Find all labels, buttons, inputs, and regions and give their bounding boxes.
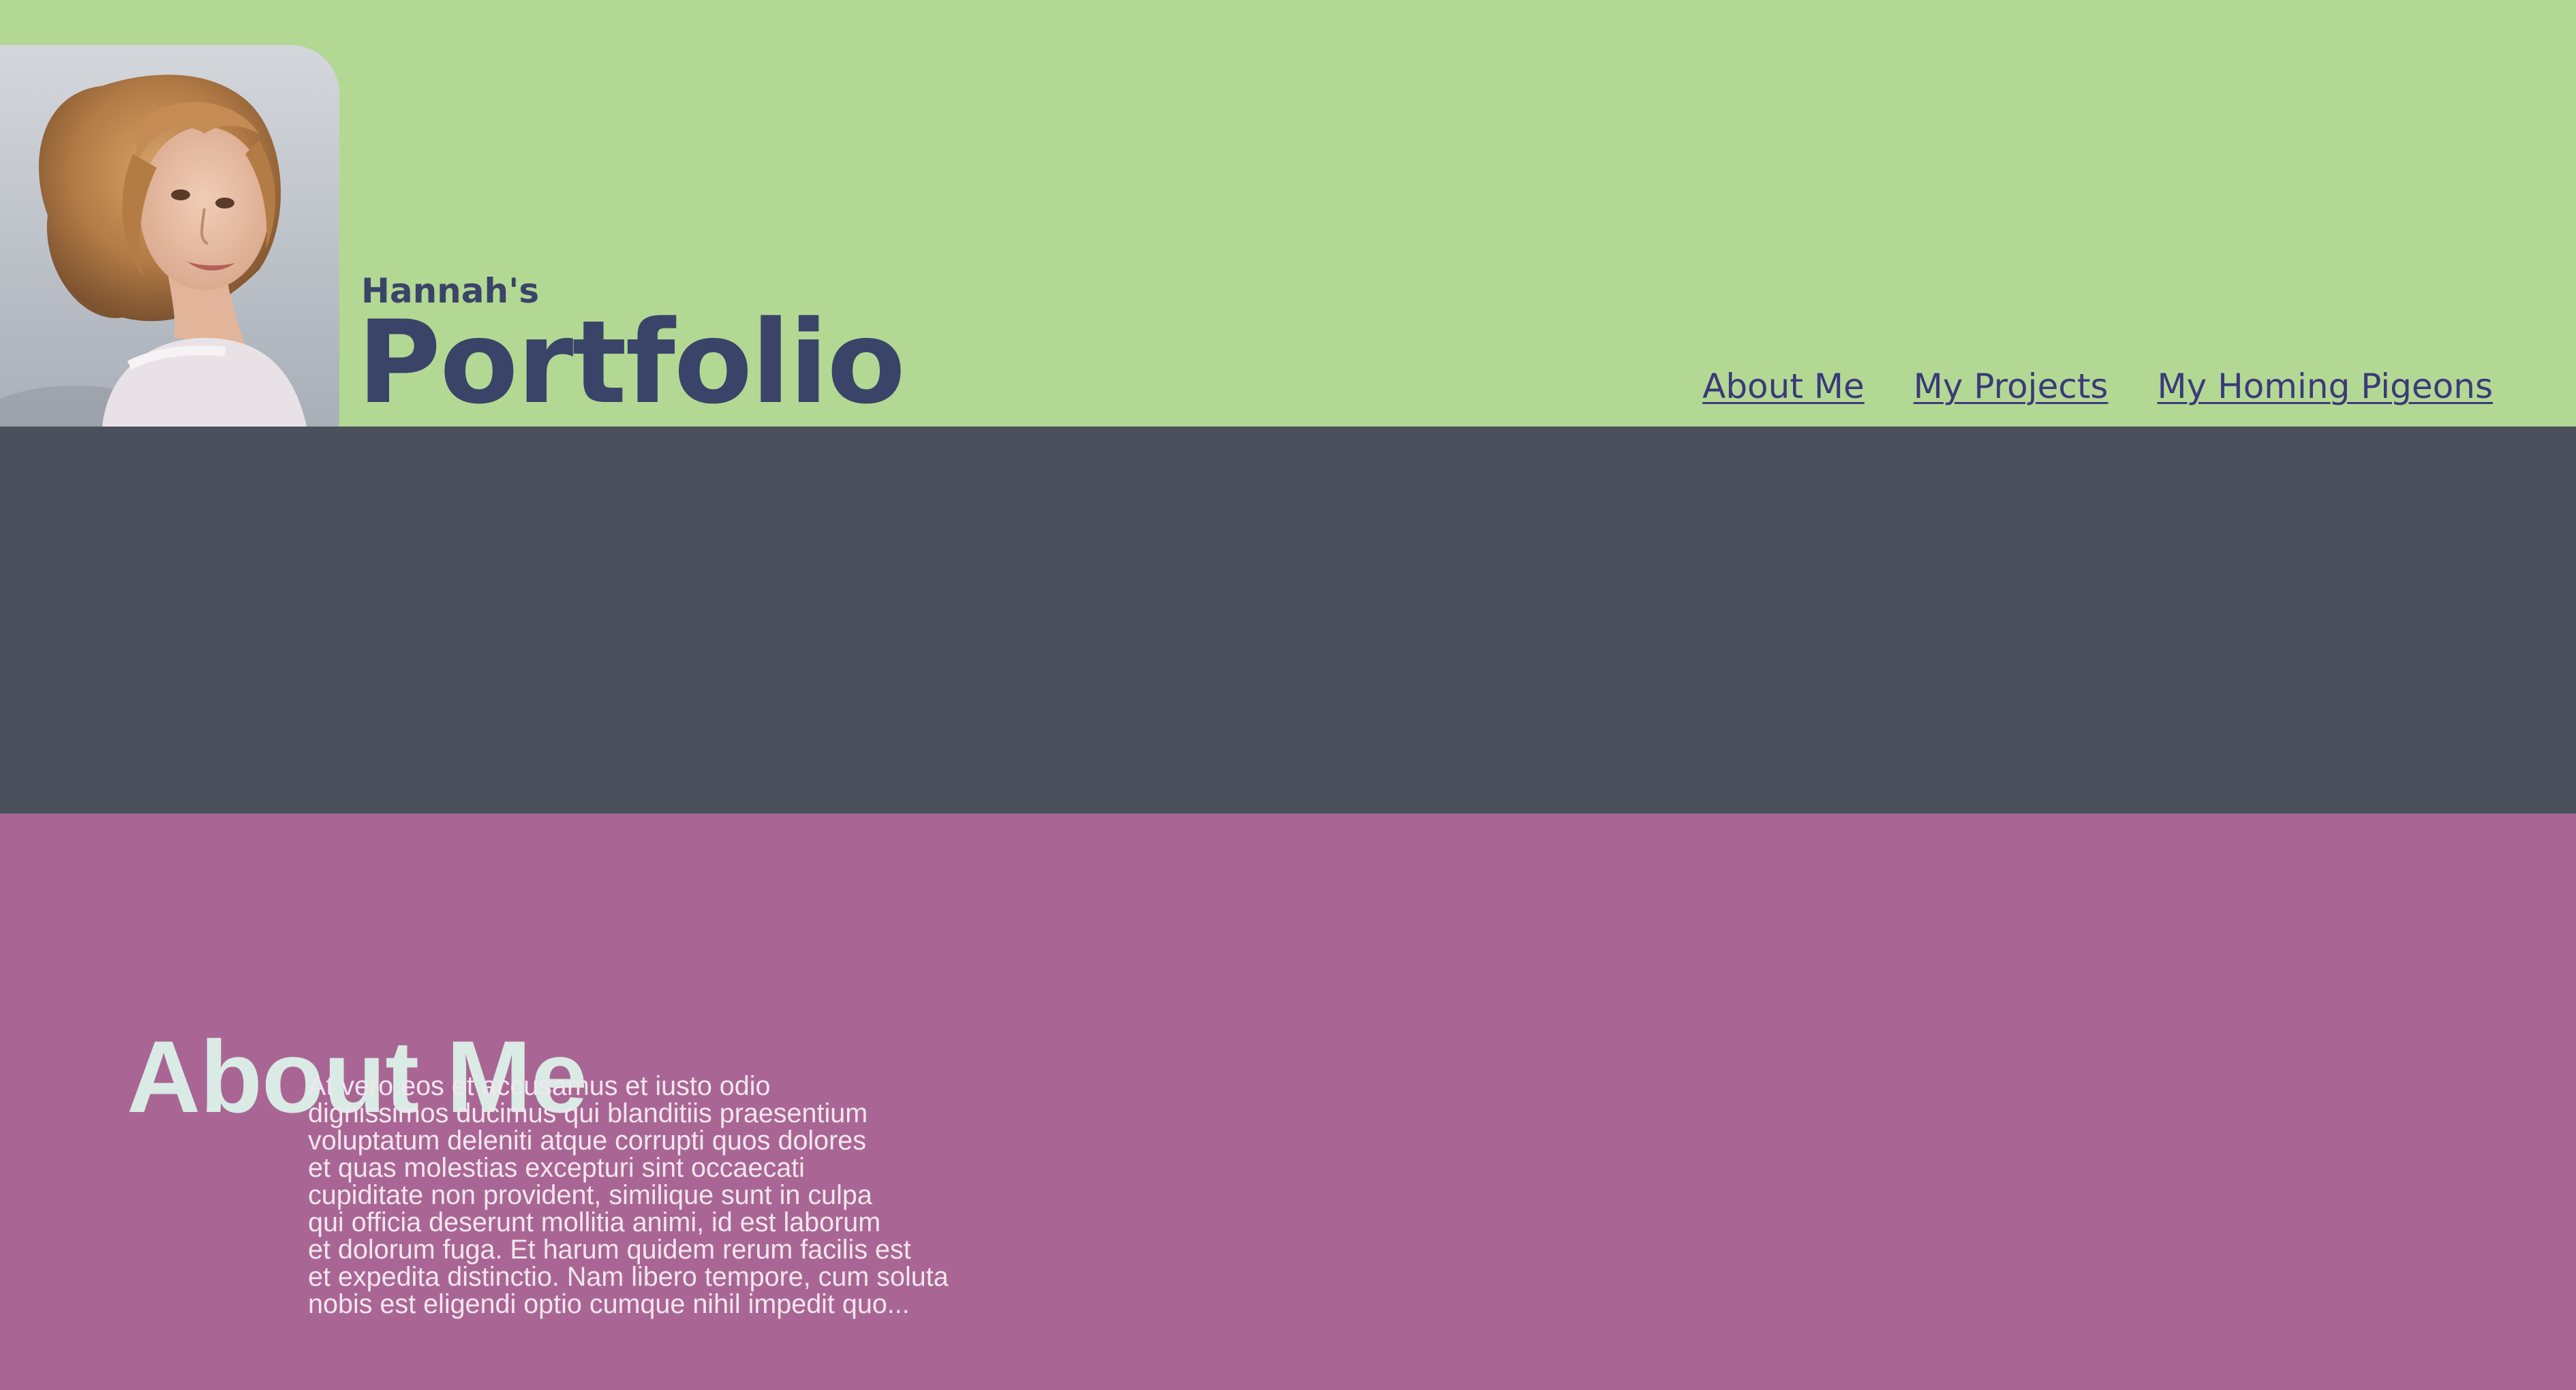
site-header: Hannah's Portfolio About Me My Projects … <box>0 0 2576 427</box>
avatar-portrait-image <box>0 45 339 427</box>
avatar <box>0 45 339 427</box>
about-section: About Me At vero eos et accusamus et ius… <box>0 814 2576 1390</box>
nav-link-about-me[interactable]: About Me <box>1702 369 1865 403</box>
about-body: At vero eos et accusamus et iusto odio d… <box>308 1070 949 1319</box>
portfolio-page: Hannah's Portfolio About Me My Projects … <box>0 0 2576 1390</box>
nav-link-my-homing-pigeons[interactable]: My Homing Pigeons <box>2157 369 2493 403</box>
nav-link-my-projects[interactable]: My Projects <box>1914 369 2109 403</box>
brand-title: Portfolio <box>357 296 906 429</box>
main-nav: About Me My Projects My Homing Pigeons <box>1702 369 2493 403</box>
hero-banner <box>0 427 2576 814</box>
